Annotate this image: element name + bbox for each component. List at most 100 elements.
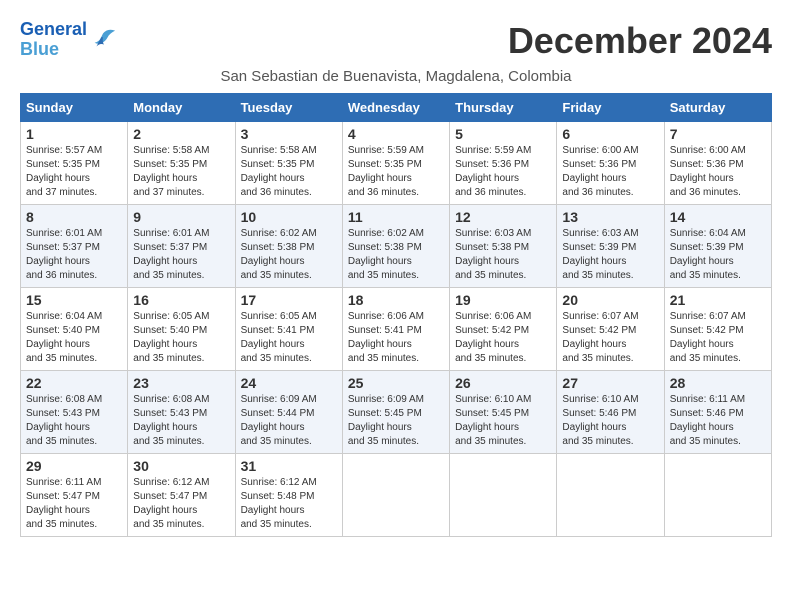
day-info: Sunrise: 6:02 AM Sunset: 5:38 PM Dayligh… (241, 227, 337, 283)
day-info: Sunrise: 6:08 AM Sunset: 5:43 PM Dayligh… (133, 393, 229, 449)
table-cell (557, 454, 664, 537)
day-number: 1 (26, 126, 122, 142)
table-cell: 19 Sunrise: 6:06 AM Sunset: 5:42 PM Dayl… (450, 288, 557, 371)
day-info: Sunrise: 6:09 AM Sunset: 5:45 PM Dayligh… (348, 393, 444, 449)
table-cell: 14 Sunrise: 6:04 AM Sunset: 5:39 PM Dayl… (664, 205, 771, 288)
calendar-week-row: 22 Sunrise: 6:08 AM Sunset: 5:43 PM Dayl… (21, 371, 772, 454)
weekday-header-row: Sunday Monday Tuesday Wednesday Thursday… (21, 94, 772, 122)
day-number: 6 (562, 126, 658, 142)
table-cell: 12 Sunrise: 6:03 AM Sunset: 5:38 PM Dayl… (450, 205, 557, 288)
day-number: 31 (241, 458, 337, 474)
table-cell: 28 Sunrise: 6:11 AM Sunset: 5:46 PM Dayl… (664, 371, 771, 454)
header-tuesday: Tuesday (235, 94, 342, 122)
calendar-week-row: 29 Sunrise: 6:11 AM Sunset: 5:47 PM Dayl… (21, 454, 772, 537)
header-sunday: Sunday (21, 94, 128, 122)
day-number: 29 (26, 458, 122, 474)
day-info: Sunrise: 6:11 AM Sunset: 5:47 PM Dayligh… (26, 476, 122, 532)
day-info: Sunrise: 6:04 AM Sunset: 5:40 PM Dayligh… (26, 310, 122, 366)
day-number: 26 (455, 375, 551, 391)
day-info: Sunrise: 6:01 AM Sunset: 5:37 PM Dayligh… (133, 227, 229, 283)
logo: GeneralBlue (20, 20, 117, 60)
day-info: Sunrise: 5:59 AM Sunset: 5:35 PM Dayligh… (348, 144, 444, 200)
table-cell (342, 454, 449, 537)
table-cell (450, 454, 557, 537)
table-cell: 7 Sunrise: 6:00 AM Sunset: 5:36 PM Dayli… (664, 122, 771, 205)
day-info: Sunrise: 6:01 AM Sunset: 5:37 PM Dayligh… (26, 227, 122, 283)
day-number: 2 (133, 126, 229, 142)
table-cell: 31 Sunrise: 6:12 AM Sunset: 5:48 PM Dayl… (235, 454, 342, 537)
calendar-table: Sunday Monday Tuesday Wednesday Thursday… (20, 93, 772, 537)
location-subtitle: San Sebastian de Buenavista, Magdalena, … (20, 68, 772, 85)
logo-bird-icon (89, 26, 117, 54)
calendar-week-row: 1 Sunrise: 5:57 AM Sunset: 5:35 PM Dayli… (21, 122, 772, 205)
table-cell: 22 Sunrise: 6:08 AM Sunset: 5:43 PM Dayl… (21, 371, 128, 454)
table-cell: 21 Sunrise: 6:07 AM Sunset: 5:42 PM Dayl… (664, 288, 771, 371)
day-info: Sunrise: 6:03 AM Sunset: 5:38 PM Dayligh… (455, 227, 551, 283)
day-info: Sunrise: 5:59 AM Sunset: 5:36 PM Dayligh… (455, 144, 551, 200)
day-number: 25 (348, 375, 444, 391)
month-title: December 2024 (508, 20, 772, 62)
table-cell: 16 Sunrise: 6:05 AM Sunset: 5:40 PM Dayl… (128, 288, 235, 371)
header-monday: Monday (128, 94, 235, 122)
table-cell: 30 Sunrise: 6:12 AM Sunset: 5:47 PM Dayl… (128, 454, 235, 537)
header-friday: Friday (557, 94, 664, 122)
day-number: 3 (241, 126, 337, 142)
table-cell: 23 Sunrise: 6:08 AM Sunset: 5:43 PM Dayl… (128, 371, 235, 454)
day-number: 11 (348, 209, 444, 225)
day-info: Sunrise: 6:00 AM Sunset: 5:36 PM Dayligh… (670, 144, 766, 200)
day-info: Sunrise: 6:11 AM Sunset: 5:46 PM Dayligh… (670, 393, 766, 449)
day-number: 15 (26, 292, 122, 308)
table-cell: 10 Sunrise: 6:02 AM Sunset: 5:38 PM Dayl… (235, 205, 342, 288)
day-info: Sunrise: 6:04 AM Sunset: 5:39 PM Dayligh… (670, 227, 766, 283)
table-cell: 13 Sunrise: 6:03 AM Sunset: 5:39 PM Dayl… (557, 205, 664, 288)
table-cell: 8 Sunrise: 6:01 AM Sunset: 5:37 PM Dayli… (21, 205, 128, 288)
header-wednesday: Wednesday (342, 94, 449, 122)
day-info: Sunrise: 6:03 AM Sunset: 5:39 PM Dayligh… (562, 227, 658, 283)
table-cell: 25 Sunrise: 6:09 AM Sunset: 5:45 PM Dayl… (342, 371, 449, 454)
table-cell: 18 Sunrise: 6:06 AM Sunset: 5:41 PM Dayl… (342, 288, 449, 371)
day-info: Sunrise: 5:58 AM Sunset: 5:35 PM Dayligh… (241, 144, 337, 200)
day-number: 10 (241, 209, 337, 225)
day-number: 5 (455, 126, 551, 142)
day-number: 17 (241, 292, 337, 308)
table-cell: 29 Sunrise: 6:11 AM Sunset: 5:47 PM Dayl… (21, 454, 128, 537)
table-cell: 5 Sunrise: 5:59 AM Sunset: 5:36 PM Dayli… (450, 122, 557, 205)
day-info: Sunrise: 6:10 AM Sunset: 5:45 PM Dayligh… (455, 393, 551, 449)
day-number: 14 (670, 209, 766, 225)
day-number: 9 (133, 209, 229, 225)
day-number: 12 (455, 209, 551, 225)
day-number: 20 (562, 292, 658, 308)
header-thursday: Thursday (450, 94, 557, 122)
day-number: 7 (670, 126, 766, 142)
day-info: Sunrise: 6:05 AM Sunset: 5:41 PM Dayligh… (241, 310, 337, 366)
calendar-week-row: 15 Sunrise: 6:04 AM Sunset: 5:40 PM Dayl… (21, 288, 772, 371)
table-cell (664, 454, 771, 537)
table-cell: 2 Sunrise: 5:58 AM Sunset: 5:35 PM Dayli… (128, 122, 235, 205)
day-number: 19 (455, 292, 551, 308)
table-cell: 3 Sunrise: 5:58 AM Sunset: 5:35 PM Dayli… (235, 122, 342, 205)
table-cell: 11 Sunrise: 6:02 AM Sunset: 5:38 PM Dayl… (342, 205, 449, 288)
day-info: Sunrise: 6:07 AM Sunset: 5:42 PM Dayligh… (562, 310, 658, 366)
logo-text: GeneralBlue (20, 20, 87, 60)
day-number: 21 (670, 292, 766, 308)
calendar-week-row: 8 Sunrise: 6:01 AM Sunset: 5:37 PM Dayli… (21, 205, 772, 288)
day-number: 8 (26, 209, 122, 225)
table-cell: 4 Sunrise: 5:59 AM Sunset: 5:35 PM Dayli… (342, 122, 449, 205)
day-info: Sunrise: 6:12 AM Sunset: 5:47 PM Dayligh… (133, 476, 229, 532)
day-info: Sunrise: 5:58 AM Sunset: 5:35 PM Dayligh… (133, 144, 229, 200)
day-number: 27 (562, 375, 658, 391)
day-number: 18 (348, 292, 444, 308)
day-info: Sunrise: 6:06 AM Sunset: 5:41 PM Dayligh… (348, 310, 444, 366)
day-info: Sunrise: 6:08 AM Sunset: 5:43 PM Dayligh… (26, 393, 122, 449)
table-cell: 9 Sunrise: 6:01 AM Sunset: 5:37 PM Dayli… (128, 205, 235, 288)
day-info: Sunrise: 6:05 AM Sunset: 5:40 PM Dayligh… (133, 310, 229, 366)
title-section: December 2024 (508, 20, 772, 62)
table-cell: 15 Sunrise: 6:04 AM Sunset: 5:40 PM Dayl… (21, 288, 128, 371)
table-cell: 26 Sunrise: 6:10 AM Sunset: 5:45 PM Dayl… (450, 371, 557, 454)
day-number: 30 (133, 458, 229, 474)
day-number: 4 (348, 126, 444, 142)
table-cell: 6 Sunrise: 6:00 AM Sunset: 5:36 PM Dayli… (557, 122, 664, 205)
table-cell: 20 Sunrise: 6:07 AM Sunset: 5:42 PM Dayl… (557, 288, 664, 371)
day-number: 13 (562, 209, 658, 225)
day-info: Sunrise: 5:57 AM Sunset: 5:35 PM Dayligh… (26, 144, 122, 200)
